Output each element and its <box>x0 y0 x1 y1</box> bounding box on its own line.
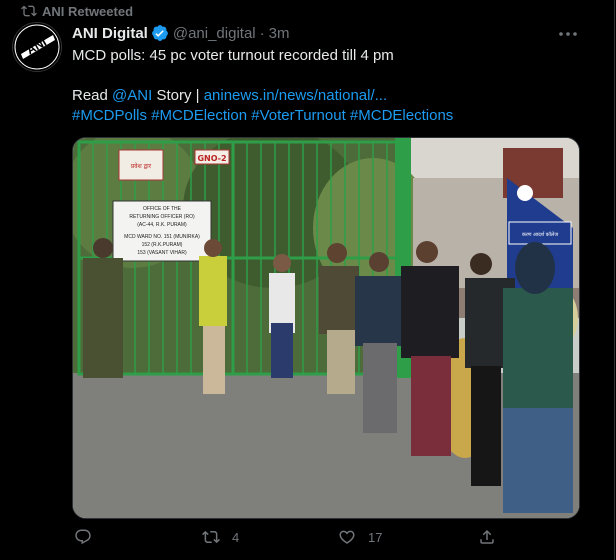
retweet-icon <box>21 5 37 17</box>
read-prefix: Read <box>72 87 108 104</box>
tweet-text: MCD polls: 45 pc voter turnout recorded … <box>72 46 592 126</box>
share-icon <box>480 529 494 544</box>
reply-button[interactable] <box>74 528 104 546</box>
hashtag-link[interactable]: #MCDElection <box>151 107 247 124</box>
retweet-label[interactable]: ANI Retweeted <box>42 4 133 19</box>
author-handle[interactable]: @ani_digital <box>173 25 256 42</box>
like-button[interactable]: 17 <box>338 528 382 546</box>
retweet-count: 4 <box>232 529 240 545</box>
tweet-header: ANI Digital @ani_digital · 3m <box>72 24 289 42</box>
retweet-icon <box>202 530 220 544</box>
tweet-photo[interactable]: प्रवेश द्वार GNO-2 OFFICE OF THE RETURNI… <box>72 137 580 519</box>
photo-sign-line: MCD WARD NO. 151 (MUNIRKA) <box>124 234 200 240</box>
photo-sign-line: RETURNING OFFICER (RO) <box>129 214 195 220</box>
hashtag-line: #MCDPolls #MCDElection #VoterTurnout #MC… <box>72 106 592 126</box>
more-options-icon[interactable] <box>556 24 580 44</box>
hashtag-link[interactable]: #MCDElections <box>350 107 453 124</box>
article-link[interactable]: aninews.in/news/national/... <box>204 87 387 104</box>
verified-badge-icon <box>151 25 168 41</box>
mention-link[interactable]: @ANI <box>112 87 152 104</box>
hashtag-link[interactable]: #VoterTurnout <box>251 107 346 124</box>
photo-sign-hindi: प्रवेश द्वार <box>131 162 152 170</box>
like-count: 17 <box>368 529 383 545</box>
photo-sign-blue: करण आदर्श कॉलेज <box>522 231 558 238</box>
hashtag-link[interactable]: #MCDPolls <box>72 107 147 124</box>
heart-icon <box>339 530 355 544</box>
photo-sign-line: (AC-44, R.K. PURAM) <box>137 222 187 228</box>
photo-sign-line: 153 (VASANT VIHAR) <box>137 250 187 256</box>
tweet[interactable]: ANI Retweeted ANI ANI Digital @ani_digit… <box>0 0 615 560</box>
tweet-headline: MCD polls: 45 pc voter turnout recorded … <box>72 47 394 64</box>
retweet-indicator: ANI Retweeted <box>21 3 133 19</box>
photo-sign-gate: GNO-2 <box>197 154 226 163</box>
tweet-timestamp[interactable]: 3m <box>269 25 290 42</box>
avatar[interactable]: ANI <box>12 22 62 72</box>
story-word: Story | <box>156 87 200 104</box>
share-button[interactable] <box>478 528 496 546</box>
photo-sign-line: OFFICE OF THE <box>143 206 182 212</box>
separator-dot: · <box>259 24 265 42</box>
tweet-actions: 4 17 <box>72 528 512 550</box>
photo-sign-line: 152 (R.K.PURAM) <box>142 242 183 248</box>
retweet-button[interactable]: 4 <box>202 528 239 546</box>
author-name[interactable]: ANI Digital <box>72 25 148 42</box>
tweet-read-line: Read @ANI Story | aninews.in/news/nation… <box>72 86 592 106</box>
reply-icon <box>75 529 91 545</box>
